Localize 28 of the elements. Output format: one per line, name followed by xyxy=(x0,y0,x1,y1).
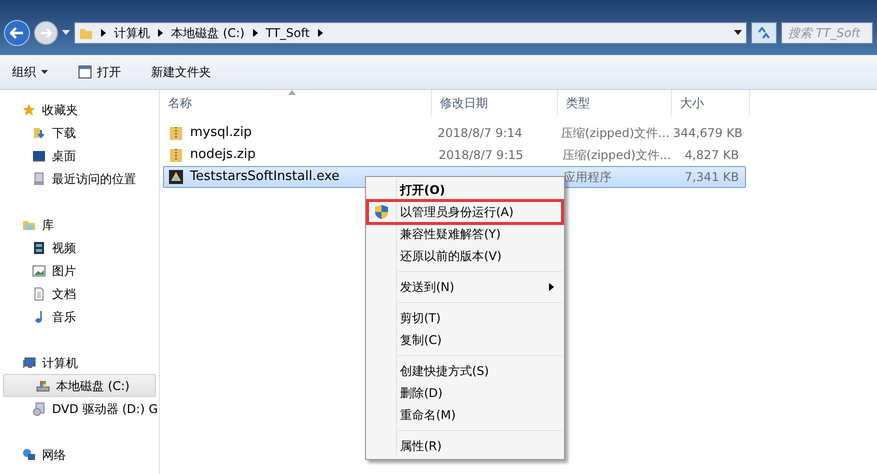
label: 文档 xyxy=(52,286,76,302)
file-name: TeststarsSoftInstall.exe xyxy=(190,168,340,186)
type-cell-text: 压缩(zipped)文件... xyxy=(561,147,668,164)
type-cell-text: 应用程序 xyxy=(562,169,613,186)
label: 最近访问的位置 xyxy=(52,170,136,188)
label: 收藏夹 xyxy=(42,102,78,118)
label: 网络 xyxy=(42,446,66,464)
label: 图片 xyxy=(52,262,76,280)
label: 视频 xyxy=(52,240,76,256)
file-name: mysql.zip xyxy=(190,124,252,142)
size-cell-text: 344,679 KB xyxy=(672,125,744,142)
label: 发送到(N) xyxy=(400,279,456,296)
button-label: 组织 xyxy=(12,64,36,81)
button-label: 打开 xyxy=(97,64,121,81)
date-cell-text: 2018/8/7 9:15 xyxy=(438,147,524,164)
size-cell-text: 7,341 KB xyxy=(684,169,740,186)
date-cell-text: 2018/8/7 9:14 xyxy=(436,125,524,142)
label: 桌面 xyxy=(52,148,76,164)
label: 音乐 xyxy=(52,308,76,326)
label: 本地磁盘 (C:) xyxy=(56,378,130,394)
size-cell-text: 4,827 KB xyxy=(684,147,740,164)
label: DVD 驱动器 (D:) G xyxy=(52,400,158,418)
label: 下载 xyxy=(52,124,76,142)
label: 计算机 xyxy=(42,354,78,372)
label: 以管理员身份运行(A) xyxy=(400,204,515,221)
file-name: nodejs.zip xyxy=(190,146,256,164)
type-cell-text: 压缩(zipped)文件... xyxy=(560,125,667,142)
label: 库 xyxy=(42,216,54,234)
